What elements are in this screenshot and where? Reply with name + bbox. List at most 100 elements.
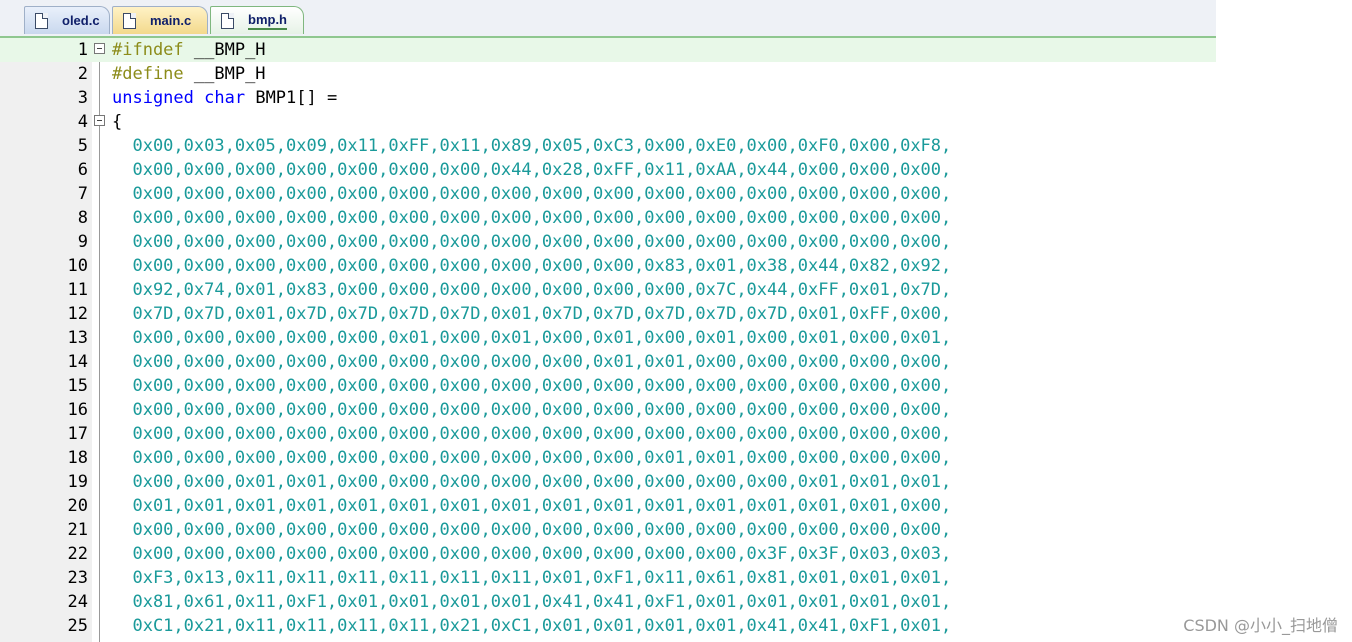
- fold-toggle-icon[interactable]: [94, 43, 105, 54]
- hex-values: 0x00,0x00,0x00,0x00,0x00,0x00,0x00,0x00,…: [112, 400, 952, 420]
- hex-values: 0x00,0x00,0x00,0x00,0x00,0x00,0x00,0x00,…: [112, 352, 952, 372]
- code-line[interactable]: 2 #define __BMP_H: [0, 62, 1216, 86]
- code-text: 0x92,0x74,0x01,0x83,0x00,0x00,0x00,0x00,…: [112, 278, 951, 302]
- code-line[interactable]: 6 0x00,0x00,0x00,0x00,0x00,0x00,0x00,0x4…: [0, 158, 1216, 182]
- fold-toggle-icon[interactable]: [94, 115, 105, 126]
- hex-values: 0x00,0x00,0x00,0x00,0x00,0x00,0x00,0x00,…: [112, 208, 952, 228]
- code-line[interactable]: 12 0x7D,0x7D,0x01,0x7D,0x7D,0x7D,0x7D,0x…: [0, 302, 1216, 326]
- keyword-token: char: [204, 88, 246, 108]
- code-line[interactable]: 11 0x92,0x74,0x01,0x83,0x00,0x00,0x00,0x…: [0, 278, 1216, 302]
- code-line[interactable]: 4{: [0, 110, 1216, 134]
- tab-bmp-h[interactable]: bmp.h: [210, 6, 304, 34]
- line-number: 6: [77, 160, 88, 180]
- code-text: 0x81,0x61,0x11,0xF1,0x01,0x01,0x01,0x01,…: [112, 590, 951, 614]
- code-line[interactable]: 1 #ifndef __BMP_H: [0, 38, 1216, 62]
- code-text: #ifndef __BMP_H: [112, 38, 266, 62]
- code-line[interactable]: 17 0x00,0x00,0x00,0x00,0x00,0x00,0x00,0x…: [0, 422, 1216, 446]
- hex-values: 0x00,0x00,0x00,0x00,0x00,0x00,0x00,0x00,…: [112, 424, 952, 444]
- hex-values: 0x00,0x00,0x00,0x00,0x00,0x00,0x00,0x00,…: [112, 184, 952, 204]
- code-text: 0x00,0x00,0x00,0x00,0x00,0x00,0x00,0x00,…: [112, 206, 951, 230]
- hex-values: 0x00,0x00,0x00,0x00,0x00,0x00,0x00,0x00,…: [112, 256, 952, 276]
- tab-main-c[interactable]: main.c: [112, 6, 208, 34]
- hex-values: 0x00,0x00,0x00,0x00,0x00,0x00,0x00,0x00,…: [112, 520, 952, 540]
- hex-values: 0x92,0x74,0x01,0x83,0x00,0x00,0x00,0x00,…: [112, 280, 952, 300]
- line-number: 13: [67, 328, 88, 348]
- code-line[interactable]: 16 0x00,0x00,0x00,0x00,0x00,0x00,0x00,0x…: [0, 398, 1216, 422]
- code-text: 0x00,0x00,0x00,0x00,0x00,0x01,0x00,0x01,…: [112, 326, 951, 350]
- editor-tab-bar: oled.c main.c bmp.h: [0, 0, 1216, 38]
- code-token: __BMP_H: [183, 40, 266, 60]
- code-token: {: [112, 112, 123, 132]
- line-number: 2: [77, 64, 88, 84]
- code-text: 0x00,0x03,0x05,0x09,0x11,0xFF,0x11,0x89,…: [112, 134, 951, 158]
- code-line[interactable]: 18 0x00,0x00,0x00,0x00,0x00,0x00,0x00,0x…: [0, 446, 1216, 470]
- code-line[interactable]: 19 0x00,0x00,0x01,0x01,0x00,0x00,0x00,0x…: [0, 470, 1216, 494]
- code-line[interactable]: 13 0x00,0x00,0x00,0x00,0x00,0x01,0x00,0x…: [0, 326, 1216, 350]
- line-number: 15: [67, 376, 88, 396]
- code-line[interactable]: 24 0x81,0x61,0x11,0xF1,0x01,0x01,0x01,0x…: [0, 590, 1216, 614]
- hex-values: 0x00,0x00,0x00,0x00,0x00,0x01,0x00,0x01,…: [112, 328, 952, 348]
- code-text: 0x01,0x01,0x01,0x01,0x01,0x01,0x01,0x01,…: [112, 494, 951, 518]
- code-line[interactable]: 5 0x00,0x03,0x05,0x09,0x11,0xFF,0x11,0x8…: [0, 134, 1216, 158]
- code-token: BMP1[] =: [245, 88, 338, 108]
- line-number: 19: [67, 472, 88, 492]
- code-line[interactable]: 25 0xC1,0x21,0x11,0x11,0x11,0x11,0x21,0x…: [0, 614, 1216, 638]
- code-text: 0xC1,0x21,0x11,0x11,0x11,0x11,0x21,0xC1,…: [112, 614, 951, 638]
- code-line[interactable]: 21 0x00,0x00,0x00,0x00,0x00,0x00,0x00,0x…: [0, 518, 1216, 542]
- line-number: 10: [67, 256, 88, 276]
- hex-values: 0x01,0x01,0x01,0x01,0x01,0x01,0x01,0x01,…: [112, 496, 952, 516]
- code-text: 0x00,0x00,0x00,0x00,0x00,0x00,0x00,0x44,…: [112, 158, 951, 182]
- code-line[interactable]: 22 0x00,0x00,0x00,0x00,0x00,0x00,0x00,0x…: [0, 542, 1216, 566]
- tab-oled-c[interactable]: oled.c: [24, 6, 110, 34]
- hex-values: 0x81,0x61,0x11,0xF1,0x01,0x01,0x01,0x01,…: [112, 592, 952, 612]
- file-icon: [35, 12, 48, 29]
- code-line[interactable]: 20 0x01,0x01,0x01,0x01,0x01,0x01,0x01,0x…: [0, 494, 1216, 518]
- hex-values: 0x00,0x00,0x00,0x00,0x00,0x00,0x00,0x00,…: [112, 544, 952, 564]
- code-line[interactable]: 7 0x00,0x00,0x00,0x00,0x00,0x00,0x00,0x0…: [0, 182, 1216, 206]
- tab-label: bmp.h: [248, 12, 287, 30]
- code-text: 0x00,0x00,0x00,0x00,0x00,0x00,0x00,0x00,…: [112, 350, 951, 374]
- code-text: 0x7D,0x7D,0x01,0x7D,0x7D,0x7D,0x7D,0x01,…: [112, 302, 951, 326]
- line-number: 8: [77, 208, 88, 228]
- hex-values: 0x00,0x00,0x00,0x00,0x00,0x00,0x00,0x00,…: [112, 448, 952, 468]
- code-text: 0x00,0x00,0x01,0x01,0x00,0x00,0x00,0x00,…: [112, 470, 951, 494]
- hex-values: 0xC1,0x21,0x11,0x11,0x11,0x11,0x21,0xC1,…: [112, 616, 952, 636]
- line-number: 22: [67, 544, 88, 564]
- code-text: 0x00,0x00,0x00,0x00,0x00,0x00,0x00,0x00,…: [112, 182, 951, 206]
- hex-values: 0x00,0x00,0x01,0x01,0x00,0x00,0x00,0x00,…: [112, 472, 952, 492]
- line-number: 17: [67, 424, 88, 444]
- line-number: 24: [67, 592, 88, 612]
- hex-values: 0x00,0x00,0x00,0x00,0x00,0x00,0x00,0x44,…: [112, 160, 952, 180]
- code-line[interactable]: 9 0x00,0x00,0x00,0x00,0x00,0x00,0x00,0x0…: [0, 230, 1216, 254]
- line-number: 21: [67, 520, 88, 540]
- hex-values: 0x00,0x00,0x00,0x00,0x00,0x00,0x00,0x00,…: [112, 232, 952, 252]
- code-text: unsigned char BMP1[] =: [112, 86, 337, 110]
- line-number: 12: [67, 304, 88, 324]
- code-line[interactable]: 10 0x00,0x00,0x00,0x00,0x00,0x00,0x00,0x…: [0, 254, 1216, 278]
- code-line[interactable]: 8 0x00,0x00,0x00,0x00,0x00,0x00,0x00,0x0…: [0, 206, 1216, 230]
- code-line[interactable]: 3 unsigned char BMP1[] =: [0, 86, 1216, 110]
- line-number: 3: [77, 88, 88, 108]
- code-text: 0x00,0x00,0x00,0x00,0x00,0x00,0x00,0x00,…: [112, 446, 951, 470]
- code-line[interactable]: 23 0xF3,0x13,0x11,0x11,0x11,0x11,0x11,0x…: [0, 566, 1216, 590]
- code-token: __BMP_H: [183, 64, 266, 84]
- hex-values: 0xF3,0x13,0x11,0x11,0x11,0x11,0x11,0x11,…: [112, 568, 952, 588]
- hex-values: 0x7D,0x7D,0x01,0x7D,0x7D,0x7D,0x7D,0x01,…: [112, 304, 952, 324]
- code-editor[interactable]: 1 #ifndef __BMP_H 2 #define __BMP_H 3 unsigne…: [0, 38, 1216, 642]
- line-number: 14: [67, 352, 88, 372]
- file-icon: [221, 12, 234, 29]
- keyword-token: unsigned: [112, 88, 194, 108]
- code-line[interactable]: 15 0x00,0x00,0x00,0x00,0x00,0x00,0x00,0x…: [0, 374, 1216, 398]
- code-text: #define __BMP_H: [112, 62, 266, 86]
- line-number: 7: [77, 184, 88, 204]
- line-number: 9: [77, 232, 88, 252]
- line-number: 20: [67, 496, 88, 516]
- line-number: 25: [67, 616, 88, 636]
- line-number: 11: [67, 280, 88, 300]
- line-number: 5: [77, 136, 88, 156]
- line-number: 4: [77, 112, 88, 132]
- code-text: 0x00,0x00,0x00,0x00,0x00,0x00,0x00,0x00,…: [112, 518, 951, 542]
- code-line[interactable]: 14 0x00,0x00,0x00,0x00,0x00,0x00,0x00,0x…: [0, 350, 1216, 374]
- tab-label: main.c: [150, 13, 192, 28]
